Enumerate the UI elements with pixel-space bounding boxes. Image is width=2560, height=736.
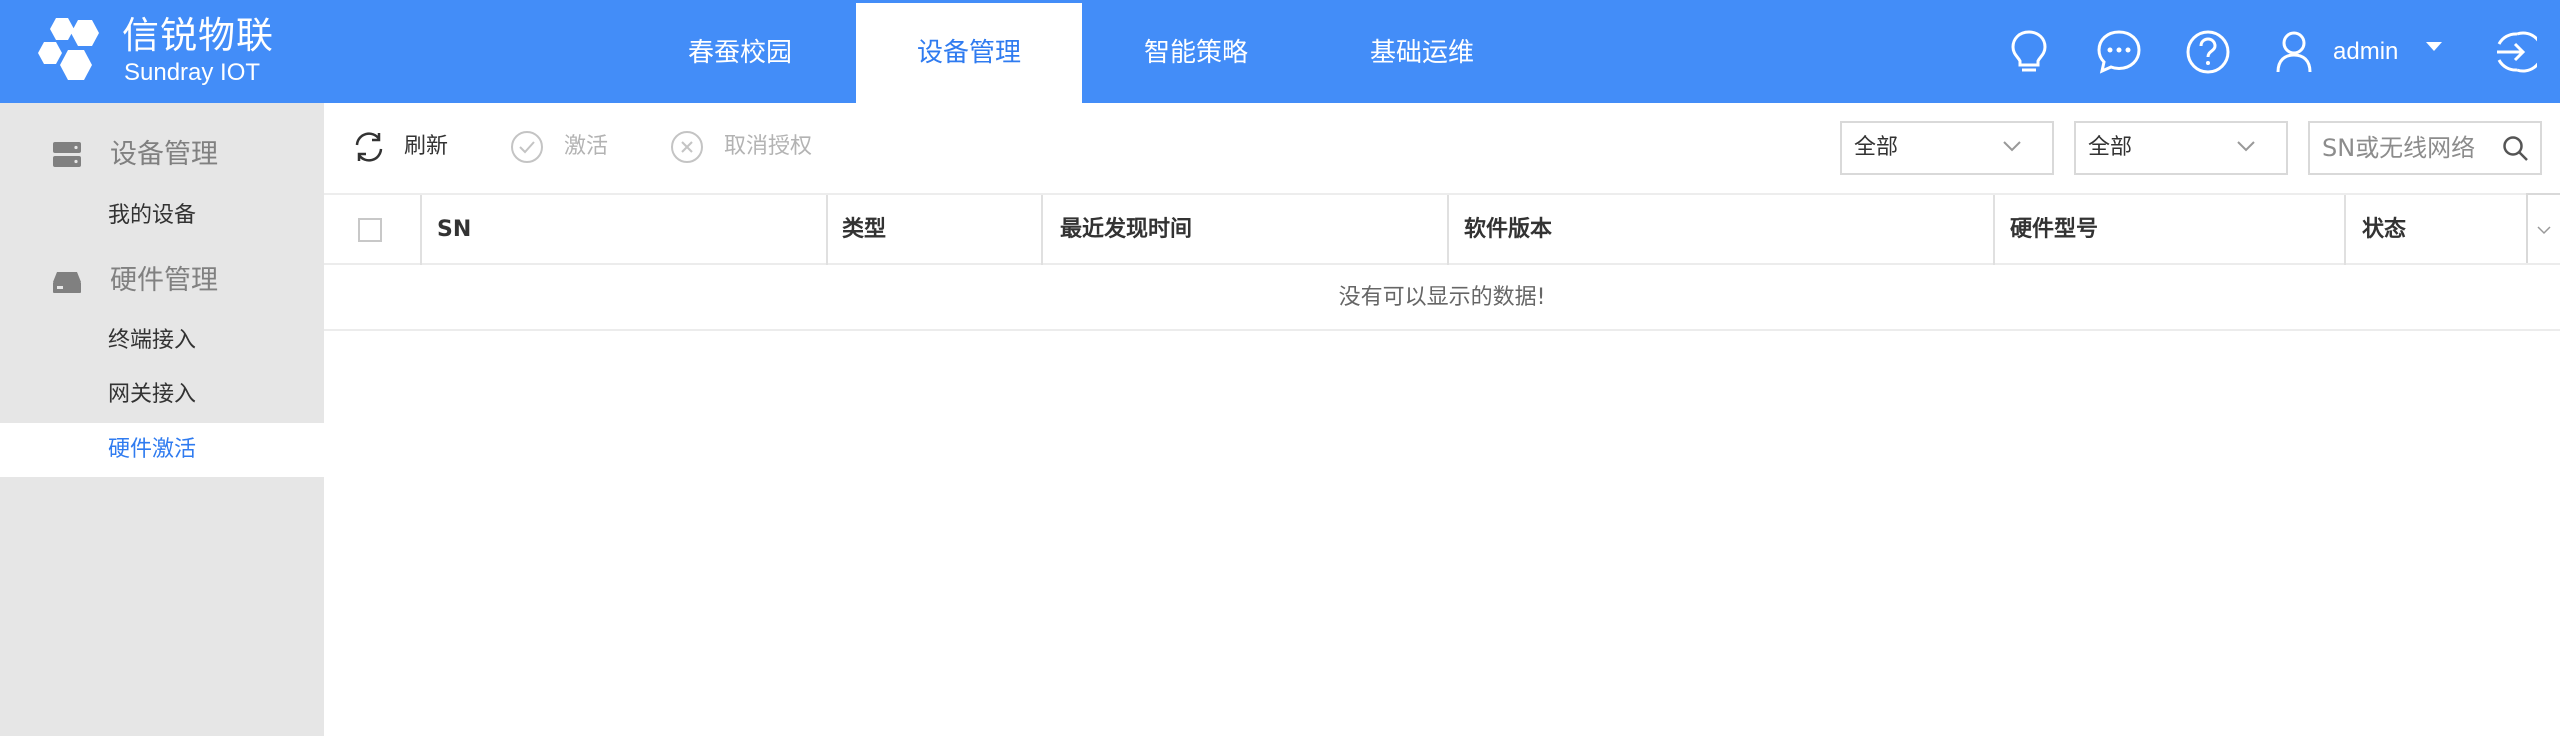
brand-subtitle: Sundray IOT: [124, 59, 261, 86]
sidebar-group-device-management[interactable]: 设备管理: [0, 125, 324, 185]
chevron-down-icon[interactable]: [2424, 40, 2444, 54]
tab-campus[interactable]: 春蚕校园: [640, 0, 840, 103]
sidebar-group-hardware-management[interactable]: 硬件管理: [0, 251, 324, 311]
brand-logo: 信锐物联 Sundray IOT: [34, 12, 294, 92]
column-divider: [1041, 195, 1043, 265]
top-navbar: 信锐物联 Sundray IOT 春蚕校园 设备管理 智能策略 基础运维 adm…: [0, 0, 2560, 103]
revoke-authorization-button[interactable]: 取消授权: [670, 126, 830, 170]
column-header-hardware-model[interactable]: 硬件型号: [2010, 195, 2098, 265]
status-filter-select[interactable]: 全部: [2074, 121, 2288, 175]
sidebar-item-label: 硬件激活: [108, 437, 197, 462]
column-header-status[interactable]: 状态: [2362, 195, 2406, 265]
column-divider: [826, 195, 828, 265]
search-icon[interactable]: [2502, 135, 2530, 163]
check-circle-icon: [511, 131, 543, 163]
chat-icon[interactable]: [2095, 28, 2143, 76]
sidebar-item-hardware-activation[interactable]: 硬件激活: [0, 423, 324, 477]
column-divider: [2344, 195, 2346, 265]
chevron-down-icon: [2003, 141, 2021, 152]
empty-table-message: 没有可以显示的数据!: [324, 265, 2560, 331]
column-divider: [1447, 195, 1449, 265]
tab-smart-strategy[interactable]: 智能策略: [1096, 0, 1296, 103]
logout-icon[interactable]: [2489, 28, 2537, 76]
refresh-icon: [355, 132, 383, 162]
column-divider: [1993, 195, 1995, 265]
chevron-down-icon: [2537, 226, 2551, 235]
select-value: 全部: [1854, 135, 1899, 160]
sidebar-item-terminal-access[interactable]: 终端接入: [0, 314, 324, 368]
logo-hexagons-icon: [38, 18, 99, 80]
help-icon[interactable]: [2184, 28, 2232, 76]
close-circle-icon: [671, 131, 703, 163]
user-icon[interactable]: [2270, 28, 2318, 76]
sidebar-item-label: 网关接入: [108, 382, 197, 407]
user-name[interactable]: admin: [2333, 34, 2398, 70]
chevron-down-icon: [2237, 141, 2255, 152]
tab-device-management[interactable]: 设备管理: [856, 3, 1082, 103]
sidebar-item-my-devices[interactable]: 我的设备: [0, 189, 324, 243]
sidebar: 设备管理 我的设备 硬件管理 终端接入 网关接入 硬件激活: [0, 103, 324, 736]
column-header-last-seen[interactable]: 最近发现时间: [1060, 195, 1192, 265]
revoke-label: 取消授权: [724, 134, 813, 159]
hardware-icon: [53, 272, 81, 293]
sidebar-item-label: 我的设备: [108, 203, 197, 228]
sidebar-group-label: 设备管理: [110, 139, 218, 170]
tab-basic-ops[interactable]: 基础运维: [1322, 0, 1522, 103]
sidebar-item-gateway-access[interactable]: 网关接入: [0, 368, 324, 422]
refresh-button[interactable]: 刷新: [352, 126, 462, 170]
type-filter-select[interactable]: 全部: [1840, 121, 2054, 175]
brand-name: 信锐物联: [122, 14, 274, 57]
select-all-checkbox[interactable]: [358, 218, 382, 242]
column-header-sn[interactable]: SN: [437, 195, 471, 265]
search-input[interactable]: [2322, 131, 2490, 165]
refresh-label: 刷新: [404, 134, 449, 159]
sidebar-item-label: 终端接入: [108, 328, 197, 353]
activate-label: 激活: [564, 134, 609, 159]
select-value: 全部: [2088, 135, 2133, 160]
activate-button[interactable]: 激活: [510, 126, 620, 170]
server-icon: [53, 142, 81, 167]
lightbulb-icon[interactable]: [2005, 28, 2053, 76]
column-toggle-button[interactable]: [2526, 193, 2560, 263]
table-header: SN 类型 最近发现时间 软件版本 硬件型号 状态: [324, 193, 2560, 265]
column-header-software-version[interactable]: 软件版本: [1464, 195, 1552, 265]
sidebar-group-label: 硬件管理: [110, 265, 218, 296]
search-box: [2308, 121, 2542, 175]
column-divider: [420, 195, 422, 265]
column-header-type[interactable]: 类型: [842, 195, 886, 265]
